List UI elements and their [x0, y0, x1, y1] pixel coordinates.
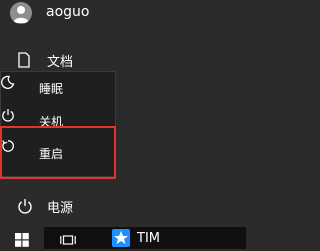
documents-label: 文档: [47, 55, 74, 70]
user-avatar-icon: [10, 2, 32, 24]
power-icon: [17, 198, 33, 214]
taskbar: TIM: [0, 227, 246, 249]
power-icon: [1, 107, 15, 122]
sleep-menu-item[interactable]: 睡眠: [1, 74, 115, 104]
windows-logo-icon: [15, 232, 29, 247]
power-button[interactable]: 电源: [0, 194, 246, 218]
power-label: 电源: [47, 201, 74, 216]
document-icon: [17, 52, 31, 68]
user-name: aoguo: [46, 4, 90, 20]
tim-app-icon: [112, 229, 130, 247]
sleep-moon-icon: [1, 74, 15, 90]
start-menu: aoguo 文档 睡眠 关机 重启 电源: [0, 0, 246, 227]
task-view-button[interactable]: [58, 230, 78, 248]
user-account-button[interactable]: aoguo: [0, 2, 246, 24]
sleep-label: 睡眠: [39, 82, 64, 96]
documents-button[interactable]: 文档: [0, 48, 246, 72]
start-button[interactable]: [0, 227, 44, 249]
tim-app-label: TIM: [137, 231, 160, 246]
tim-taskbar-app[interactable]: TIM: [112, 229, 172, 249]
restart-highlight-box: [0, 126, 116, 179]
task-view-icon: [60, 232, 76, 246]
